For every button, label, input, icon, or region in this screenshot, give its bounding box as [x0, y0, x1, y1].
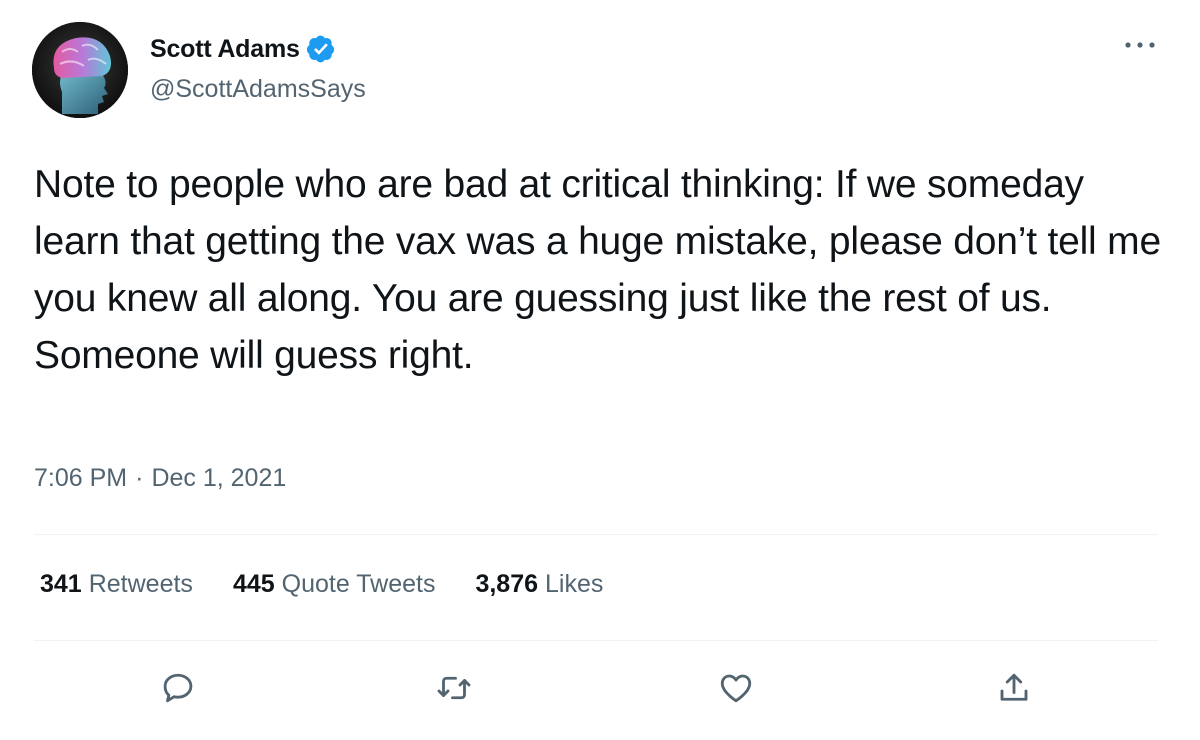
- tweet-actions-bar: [0, 660, 1200, 716]
- tweet-stats: 341 Retweets 445 Quote Tweets 3,876 Like…: [40, 570, 643, 599]
- reply-icon: [163, 673, 193, 703]
- quote-tweets-stat[interactable]: 445 Quote Tweets: [233, 570, 436, 599]
- author-display-name[interactable]: Scott Adams: [150, 35, 300, 64]
- verified-badge-icon: [306, 34, 336, 64]
- timestamp-separator: ·: [135, 464, 144, 492]
- avatar[interactable]: [32, 22, 128, 118]
- divider: [34, 640, 1158, 641]
- likes-label: Likes: [545, 570, 604, 598]
- likes-stat[interactable]: 3,876 Likes: [475, 570, 603, 599]
- like-button[interactable]: [708, 660, 764, 716]
- retweets-stat[interactable]: 341 Retweets: [40, 570, 193, 599]
- tweet-card: Scott Adams @ScottAdamsSays Note to peop…: [0, 0, 1200, 740]
- author-name-row: Scott Adams: [150, 34, 336, 64]
- divider: [34, 534, 1158, 535]
- share-button[interactable]: [986, 660, 1042, 716]
- retweet-button[interactable]: [426, 660, 482, 716]
- more-options-icon: [1125, 42, 1155, 48]
- retweets-label: Retweets: [88, 570, 193, 598]
- reply-button[interactable]: [150, 660, 206, 716]
- tweet-time[interactable]: 7:06 PM: [34, 464, 127, 493]
- share-icon: [1000, 673, 1028, 701]
- brain-head-icon: [32, 22, 128, 118]
- author-handle[interactable]: @ScottAdamsSays: [150, 75, 366, 104]
- tweet-timestamp[interactable]: 7:06 PM · Dec 1, 2021: [34, 464, 286, 493]
- quote-tweets-count: 445: [232, 570, 275, 598]
- likes-count: 3,876: [475, 570, 539, 598]
- retweets-count: 341: [40, 570, 82, 598]
- tweet-text: Note to people who are bad at critical t…: [34, 163, 1161, 377]
- retweet-icon: [437, 676, 471, 700]
- heart-icon: [720, 674, 752, 703]
- more-options-button[interactable]: [1118, 30, 1162, 60]
- tweet-date[interactable]: Dec 1, 2021: [151, 464, 286, 493]
- quote-tweets-label: Quote Tweets: [281, 570, 436, 598]
